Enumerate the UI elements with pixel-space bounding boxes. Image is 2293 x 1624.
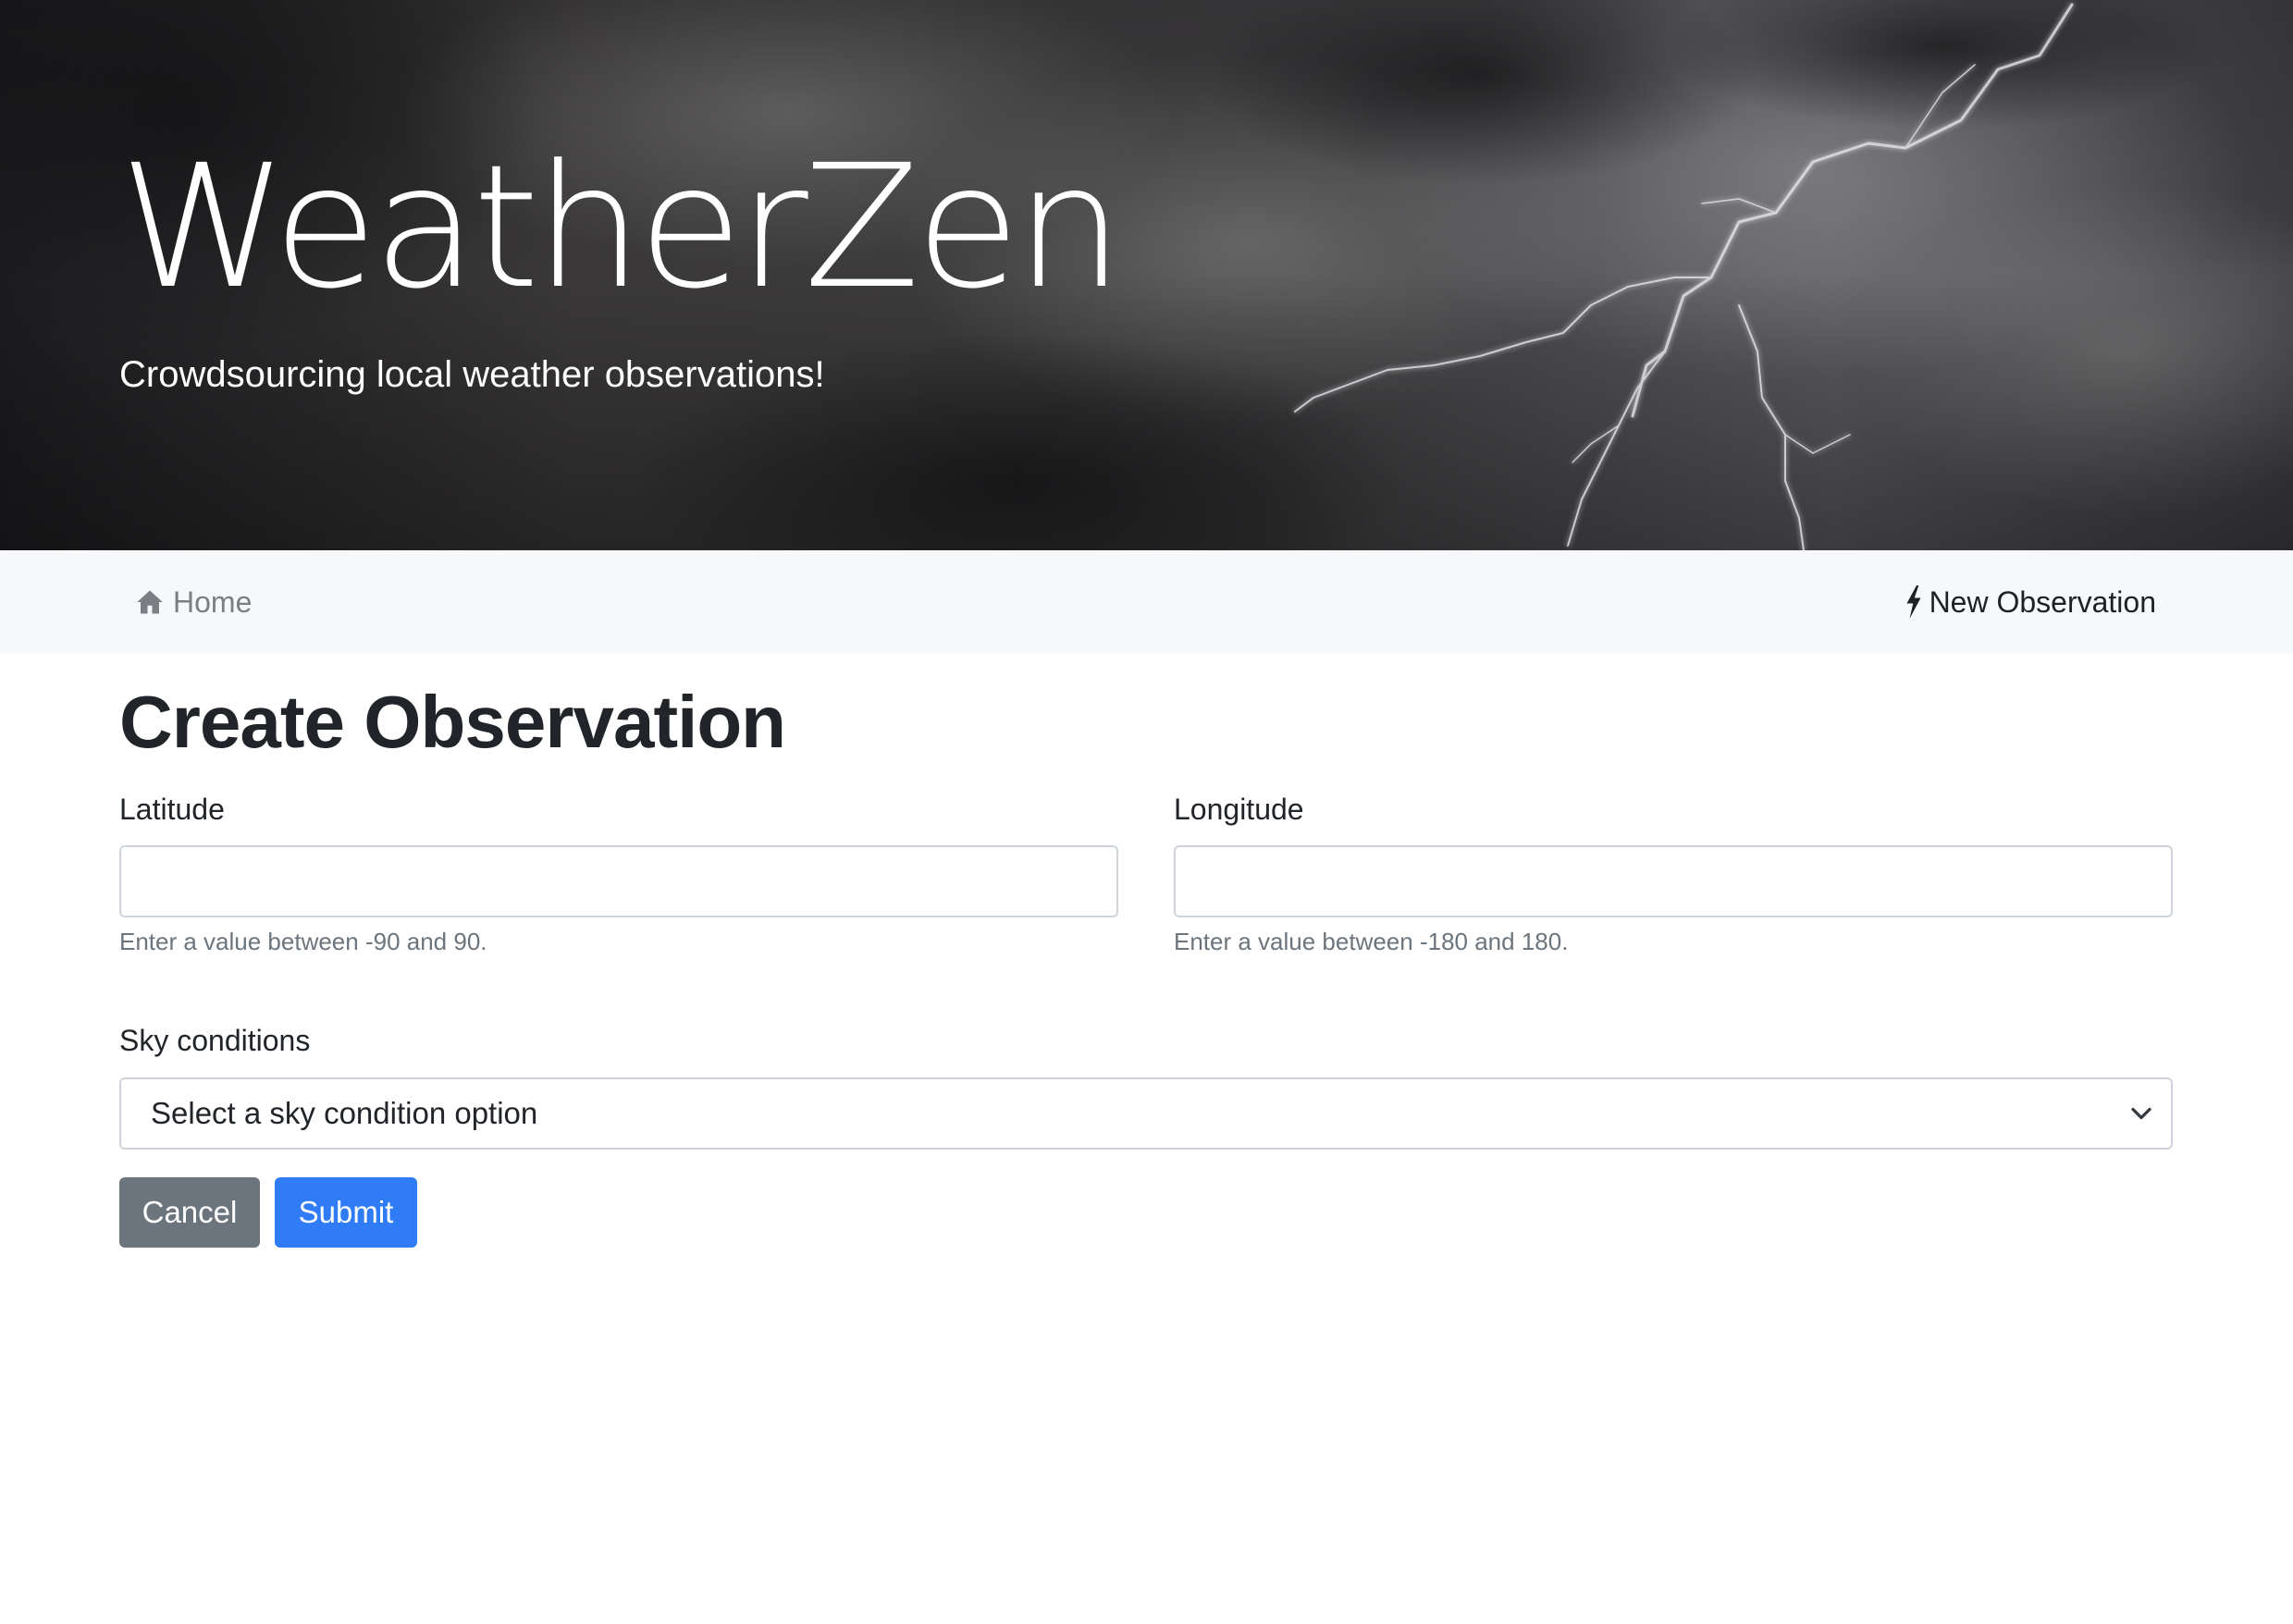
cancel-button[interactable]: Cancel: [119, 1177, 260, 1248]
latitude-help-text: Enter a value between -90 and 90.: [119, 928, 487, 955]
nav-link-home-label: Home: [173, 584, 253, 619]
sky-conditions-selected-value: Select a sky condition option: [151, 1096, 538, 1130]
page-title: Create Observation: [119, 681, 786, 763]
home-icon: [137, 590, 163, 614]
submit-button[interactable]: Submit: [275, 1177, 417, 1248]
navbar: Home New Observation: [0, 550, 2293, 654]
sky-conditions-select[interactable]: Select a sky condition option: [119, 1077, 2173, 1150]
site-tagline: Crowdsourcing local weather observations…: [119, 354, 825, 395]
chevron-down-icon: [2131, 1107, 2151, 1120]
latitude-input[interactable]: [119, 845, 1118, 917]
site-title: WeatherZen: [119, 129, 1124, 326]
nav-link-new-observation-label: New Observation: [1929, 584, 2156, 619]
nav-link-home[interactable]: Home: [136, 578, 252, 626]
longitude-input[interactable]: [1174, 845, 2173, 917]
lightning-icon: [1906, 585, 1921, 619]
sky-conditions-label: Sky conditions: [119, 1024, 311, 1057]
longitude-label: Longitude: [1174, 793, 1304, 826]
longitude-help-text: Enter a value between -180 and 180.: [1174, 928, 1569, 955]
hero-banner: WeatherZen Crowdsourcing local weather o…: [0, 0, 2293, 550]
latitude-label: Latitude: [119, 793, 225, 826]
nav-link-new-observation[interactable]: New Observation: [1905, 578, 2156, 626]
